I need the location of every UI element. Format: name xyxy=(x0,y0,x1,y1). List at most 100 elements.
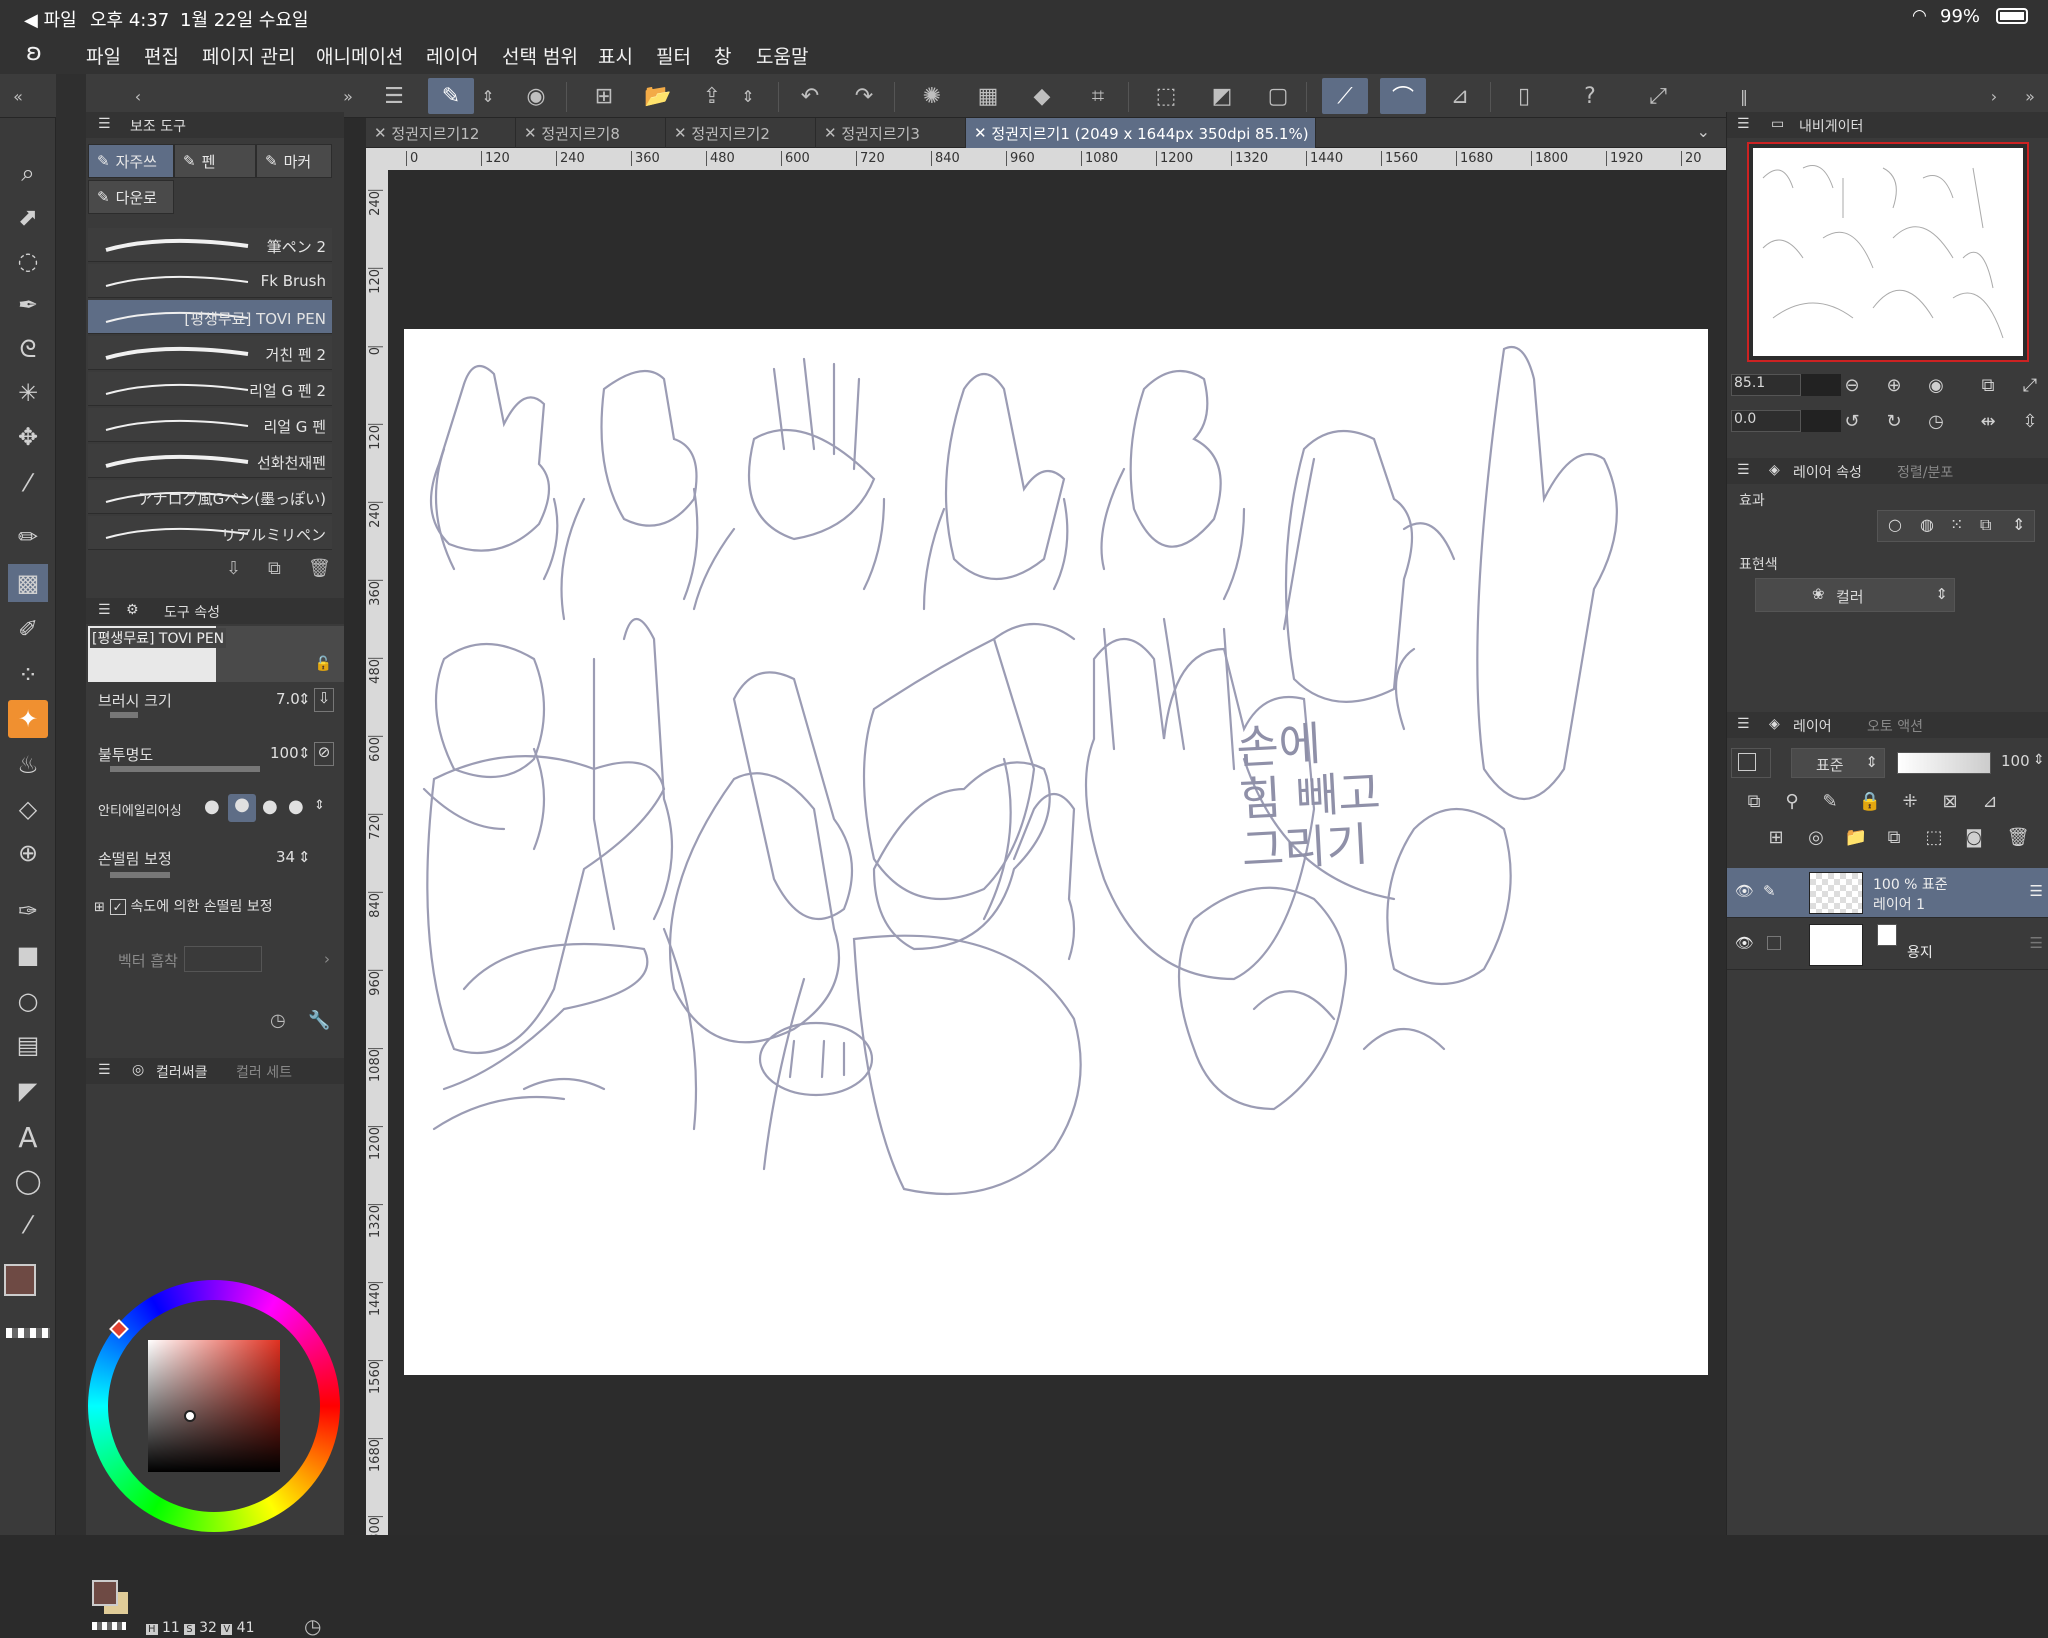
layer-mask-icon[interactable]: ◙ xyxy=(1961,824,1987,850)
navigator-preview[interactable] xyxy=(1747,142,2029,362)
clear-icon[interactable]: ▦ xyxy=(970,78,1006,114)
new-raster-layer-icon[interactable]: ⊞ xyxy=(1763,824,1789,850)
tab-doc-1[interactable]: ✕ 정권지르기1 (2049 x 1644px 350dpi 85.1%) xyxy=(966,118,1316,148)
zoom-out-icon[interactable]: ⊖ xyxy=(1839,372,1865,398)
loading-icon[interactable]: ✺ xyxy=(914,78,950,114)
blend-tool-icon[interactable]: ♨ xyxy=(8,746,48,784)
sub-tool-tab[interactable]: 보조 도구 xyxy=(130,116,186,136)
rotate-right-icon[interactable]: ↻ xyxy=(1881,408,1907,434)
companion-icon[interactable]: ▯ xyxy=(1506,78,1542,114)
fill-pen-icon[interactable]: ✑ xyxy=(8,892,48,930)
undo-icon[interactable]: ↶ xyxy=(792,78,828,114)
layer-color-icon[interactable]: ⧉ xyxy=(1980,515,1991,535)
brush-item[interactable]: アナログ風Gペン(墨っぽい) xyxy=(88,480,332,514)
antialias-row[interactable]: 안티에일리어싱 ● ● ● ● ⇕ xyxy=(98,794,330,822)
menu-layer[interactable]: 레이어 xyxy=(426,42,478,69)
panel-collapse-strip[interactable] xyxy=(56,74,86,1535)
mini-transparent-color[interactable] xyxy=(92,1622,126,1630)
panel-back-icon[interactable]: ‹ xyxy=(120,78,156,114)
flip-horizontal-icon[interactable]: ⇹ xyxy=(1975,408,2001,434)
stabilization-value[interactable]: 34 xyxy=(276,848,295,866)
draft-layer-icon[interactable]: ✎ xyxy=(1817,788,1843,814)
aa-medium-icon[interactable]: ● xyxy=(262,796,278,817)
stabilization-row[interactable]: 손떨림 보정 34 ⇕ xyxy=(98,848,330,878)
tab-marker[interactable]: ✎ 마커 xyxy=(256,144,332,178)
spray-tool-icon[interactable]: ⁘ xyxy=(8,656,48,694)
align-tab[interactable]: 정렬/분포 xyxy=(1897,462,1953,482)
right-panel-back-icon[interactable]: › xyxy=(1976,78,2012,114)
ruler-snap-icon[interactable]: ⊿ xyxy=(1442,78,1478,114)
deselect-icon[interactable]: ⬚ xyxy=(1148,78,1184,114)
smart-edit-icon[interactable]: ✎ xyxy=(428,78,474,114)
tool-settings-icon[interactable]: 🔧 xyxy=(308,1010,330,1031)
layer-row-1[interactable]: 👁 ✎ 100 % 표준 레이어 1 ☰ xyxy=(1727,868,2048,918)
copy-layer-icon[interactable]: ⧉ xyxy=(1881,824,1907,850)
stepper-icon[interactable]: ⇕ xyxy=(2012,515,2025,534)
tab-list-chevron-icon[interactable]: ⌄ xyxy=(1697,122,1710,141)
transparent-color-swatch[interactable] xyxy=(6,1328,50,1338)
close-icon[interactable]: ✕ xyxy=(524,124,537,142)
menu-icon[interactable]: ☰ xyxy=(98,1062,111,1078)
save-options-icon[interactable]: ⇕ xyxy=(738,78,758,114)
pen-edit-icon[interactable]: ✎ xyxy=(1763,882,1776,900)
redo-icon[interactable]: ↷ xyxy=(846,78,882,114)
move-tool-icon[interactable]: ✥ xyxy=(8,418,48,456)
fit-view-icon[interactable]: ◉ xyxy=(1923,372,1949,398)
menu-window[interactable]: 창 xyxy=(714,42,731,69)
tab-doc-2[interactable]: ✕ 정권지르기2 xyxy=(666,118,816,148)
hamburger-menu-icon[interactable]: ☰ xyxy=(376,78,412,114)
delete-layer-icon[interactable]: 🗑 xyxy=(2005,824,2031,850)
flip-vertical-icon[interactable]: ⇳ xyxy=(2017,408,2043,434)
clip-layer-icon[interactable]: ⧉ xyxy=(1741,788,1767,814)
delete-brush-icon[interactable]: 🗑 xyxy=(308,558,331,579)
balloon-tool-icon[interactable]: ◯ xyxy=(8,1162,48,1200)
right-panel-collapse-icon[interactable]: » xyxy=(2012,78,2048,114)
new-file-icon[interactable]: ⊞ xyxy=(586,78,622,114)
speed-stab-checkbox[interactable]: ✓ xyxy=(109,899,126,915)
duplicate-brush-icon[interactable]: ⧉ xyxy=(268,558,281,579)
layer-opacity-value[interactable]: 100 xyxy=(2001,752,2030,770)
magic-wand-icon[interactable]: ✳ xyxy=(8,374,48,412)
menu-icon[interactable]: ☰ xyxy=(98,602,111,618)
tab-favorites[interactable]: ✎ 자주쓰 xyxy=(88,144,174,178)
saturation-value-square[interactable] xyxy=(148,1340,280,1472)
brush-item[interactable]: [평생무료] TOVI PEN xyxy=(88,300,332,334)
color-set-tab[interactable]: 컬러 세트 xyxy=(236,1062,292,1082)
help-icon[interactable]: ? xyxy=(1572,78,1608,114)
brush-size-row[interactable]: 브러시 크기 7.0 ⇕ ⇩ xyxy=(98,688,334,718)
rotate-left-icon[interactable]: ↺ xyxy=(1839,408,1865,434)
menu-icon[interactable]: ☰ xyxy=(1737,716,1750,732)
stepper-icon[interactable]: ⇕ xyxy=(2033,752,2045,768)
tool-property-tab[interactable]: 도구 속성 xyxy=(164,602,220,622)
merge-down-icon[interactable]: ⬚ xyxy=(1921,824,1947,850)
ruler-show-icon[interactable]: ⊿ xyxy=(1977,788,2003,814)
expression-color-select[interactable]: ❀ 컬러 ⇕ xyxy=(1755,578,1955,612)
layer-color-toggle[interactable] xyxy=(1731,748,1771,778)
opacity-row[interactable]: 불투명도 100 ⇕ ⊘ xyxy=(98,742,334,772)
zoom-in-icon[interactable]: ⊕ xyxy=(1881,372,1907,398)
brush-item[interactable]: 리얼 G 펜 2 xyxy=(88,372,332,406)
brush-item[interactable]: 거친 펜 2 xyxy=(88,336,332,370)
color-wheel-tab[interactable]: 컬러써클 xyxy=(156,1062,208,1082)
chevron-updown-icon[interactable]: ⇕ xyxy=(478,78,498,114)
zoom-field[interactable]: 85.1 xyxy=(1731,374,1801,396)
zoom-tool-icon[interactable]: ⌕ xyxy=(8,154,48,192)
fill-icon[interactable]: ◆ xyxy=(1024,78,1060,114)
layer-menu-icon[interactable]: ☰ xyxy=(2030,934,2043,952)
eye-icon[interactable]: 👁 xyxy=(1735,934,1754,952)
fit-window-icon[interactable]: ⤢ xyxy=(2017,372,2043,398)
reset-rotation-icon[interactable]: ◷ xyxy=(1923,408,1949,434)
layer-tab[interactable]: 레이어 xyxy=(1793,716,1832,736)
border-effect-icon[interactable]: ○ xyxy=(1888,515,1902,534)
brush-tool-icon[interactable]: ▩ xyxy=(8,564,48,602)
lock-transparency-icon[interactable]: ⁜ xyxy=(1897,788,1923,814)
reference-icon[interactable]: ⟋ xyxy=(1322,78,1368,114)
color-mode-icon[interactable]: ◷ xyxy=(304,1614,321,1638)
stepper-icon[interactable]: ⇕ xyxy=(298,744,311,762)
rotation-field[interactable]: 0.0 xyxy=(1731,410,1801,432)
auto-action-tab[interactable]: 오토 액션 xyxy=(1867,716,1923,736)
quick-access-icon[interactable]: ◉ xyxy=(518,78,554,114)
menu-icon[interactable]: ☰ xyxy=(98,116,111,132)
main-color-swatch[interactable] xyxy=(4,1264,36,1296)
menu-selection[interactable]: 선택 범위 xyxy=(502,42,578,69)
